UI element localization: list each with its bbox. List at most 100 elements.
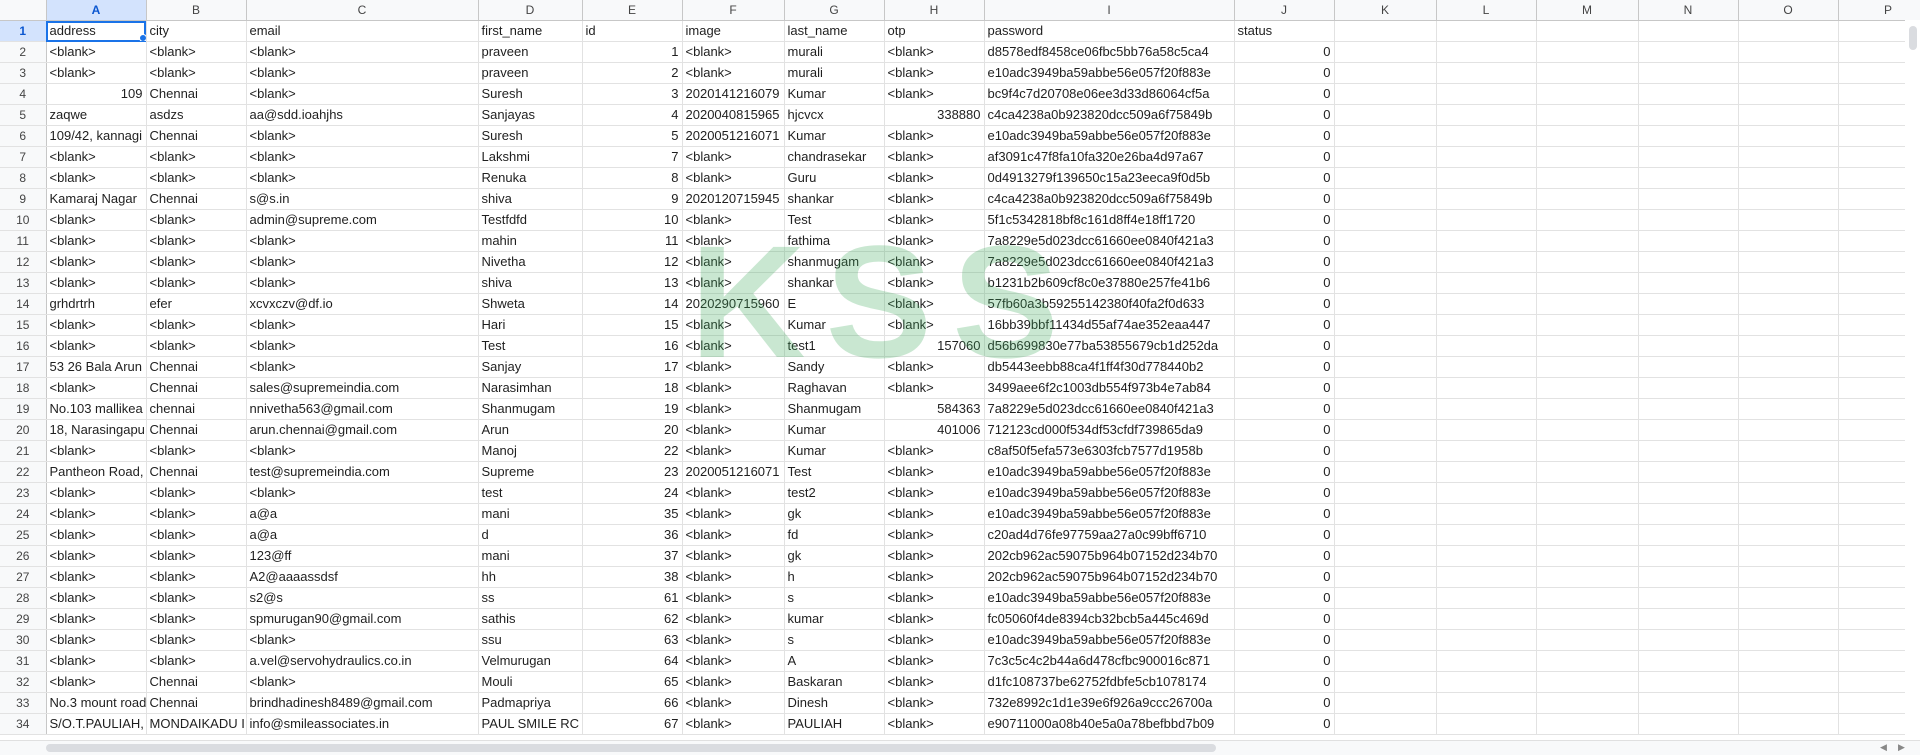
cell[interactable] [1536, 545, 1639, 567]
cell[interactable]: Pantheon Road, [46, 461, 147, 483]
cell[interactable] [1536, 188, 1639, 210]
cell[interactable]: Kumar [784, 440, 885, 462]
cell[interactable] [1738, 566, 1839, 588]
cell[interactable]: <blank> [682, 41, 785, 63]
cell[interactable]: murali [784, 41, 885, 63]
cell[interactable]: <blank> [46, 251, 147, 273]
row-header[interactable]: 26 [0, 545, 47, 567]
cell[interactable] [1536, 419, 1639, 441]
cell[interactable]: Testfdfd [478, 209, 583, 231]
cell[interactable]: c8af50f5efa573e6303fcb7577d1958b [984, 440, 1235, 462]
cell[interactable]: Chennai [146, 671, 247, 693]
cell[interactable] [1638, 125, 1739, 147]
column-header-p[interactable]: P [1838, 0, 1920, 21]
cell[interactable] [1536, 629, 1639, 651]
cell[interactable] [1334, 545, 1437, 567]
cell[interactable]: 7a8229e5d023dcc61660ee0840f421a3 [984, 230, 1235, 252]
row-header[interactable]: 17 [0, 356, 47, 378]
cell[interactable] [1738, 440, 1839, 462]
cell[interactable]: 11 [582, 230, 683, 252]
cell[interactable]: shiva [478, 188, 583, 210]
cell[interactable]: <blank> [146, 62, 247, 84]
cell[interactable] [1436, 671, 1537, 693]
cell[interactable]: 2 [582, 62, 683, 84]
cell[interactable] [1436, 503, 1537, 525]
cell[interactable]: 157060 [884, 335, 985, 357]
cell[interactable]: <blank> [682, 440, 785, 462]
cell[interactable]: 4 [582, 104, 683, 126]
cell[interactable] [1334, 188, 1437, 210]
cell[interactable]: <blank> [146, 251, 247, 273]
row-header[interactable]: 10 [0, 209, 47, 231]
cell[interactable] [1638, 335, 1739, 357]
row-header[interactable]: 23 [0, 482, 47, 504]
cell[interactable] [1334, 272, 1437, 294]
cell[interactable] [1436, 587, 1537, 609]
horizontal-scrollbar[interactable]: ◀ ▶ [0, 740, 1920, 755]
cell[interactable] [1536, 83, 1639, 105]
cell[interactable]: 0 [1234, 41, 1335, 63]
cell[interactable]: 18, Narasingapu [46, 419, 147, 441]
cell[interactable] [1334, 83, 1437, 105]
cell[interactable]: 65 [582, 671, 683, 693]
cell[interactable]: gk [784, 545, 885, 567]
cell[interactable] [1536, 167, 1639, 189]
cell[interactable]: <blank> [146, 209, 247, 231]
column-header-d[interactable]: D [478, 0, 583, 21]
cell[interactable] [1738, 713, 1839, 735]
cell[interactable]: 0 [1234, 419, 1335, 441]
cell[interactable]: chandrasekar [784, 146, 885, 168]
column-header-j[interactable]: J [1234, 0, 1335, 21]
row-header[interactable]: 8 [0, 167, 47, 189]
cell[interactable] [1536, 650, 1639, 672]
cell[interactable]: otp [884, 20, 985, 42]
cell[interactable] [1536, 482, 1639, 504]
cell[interactable] [1436, 188, 1537, 210]
cell[interactable]: brindhadinesh8489@gmail.com [246, 692, 479, 714]
column-header-n[interactable]: N [1638, 0, 1739, 21]
cell[interactable]: ssu [478, 629, 583, 651]
cell[interactable]: ss [478, 587, 583, 609]
scroll-right-arrow-icon[interactable]: ▶ [1898, 742, 1905, 753]
cell[interactable] [1738, 251, 1839, 273]
cell[interactable]: <blank> [884, 314, 985, 336]
cell[interactable]: c20ad4d76fe97759aa27a0c99bff6710 [984, 524, 1235, 546]
cell[interactable]: <blank> [246, 440, 479, 462]
cell[interactable] [1334, 209, 1437, 231]
cell[interactable]: <blank> [884, 524, 985, 546]
row-header[interactable]: 13 [0, 272, 47, 294]
row-header[interactable]: 22 [0, 461, 47, 483]
cell[interactable]: 0 [1234, 230, 1335, 252]
cell[interactable]: grhdrtrh [46, 293, 147, 315]
cell[interactable]: Narasimhan [478, 377, 583, 399]
cell[interactable]: 0 [1234, 650, 1335, 672]
row-header[interactable]: 4 [0, 83, 47, 105]
cell[interactable]: <blank> [682, 167, 785, 189]
cell[interactable] [1436, 62, 1537, 84]
cell[interactable]: s [784, 587, 885, 609]
cell[interactable] [1638, 272, 1739, 294]
cell[interactable]: h [784, 566, 885, 588]
cell[interactable]: <blank> [884, 356, 985, 378]
cell[interactable]: <blank> [884, 608, 985, 630]
cell[interactable]: email [246, 20, 479, 42]
cell[interactable] [1536, 398, 1639, 420]
cell[interactable] [1638, 692, 1739, 714]
cell[interactable] [1334, 251, 1437, 273]
cell[interactable]: <blank> [146, 482, 247, 504]
cell[interactable]: MONDAIKADU I [146, 713, 247, 735]
cell[interactable]: d56b699830e77ba53855679cb1d252da [984, 335, 1235, 357]
cell[interactable]: <blank> [884, 167, 985, 189]
cell[interactable]: 62 [582, 608, 683, 630]
cell[interactable] [1738, 146, 1839, 168]
cell[interactable]: <blank> [884, 251, 985, 273]
cell[interactable]: <blank> [246, 251, 479, 273]
cell[interactable]: d [478, 524, 583, 546]
cell[interactable]: efer [146, 293, 247, 315]
column-header-g[interactable]: G [784, 0, 885, 21]
cell[interactable]: <blank> [884, 377, 985, 399]
cell[interactable] [1638, 104, 1739, 126]
cell[interactable] [1436, 377, 1537, 399]
row-header[interactable]: 6 [0, 125, 47, 147]
cell[interactable]: <blank> [246, 62, 479, 84]
